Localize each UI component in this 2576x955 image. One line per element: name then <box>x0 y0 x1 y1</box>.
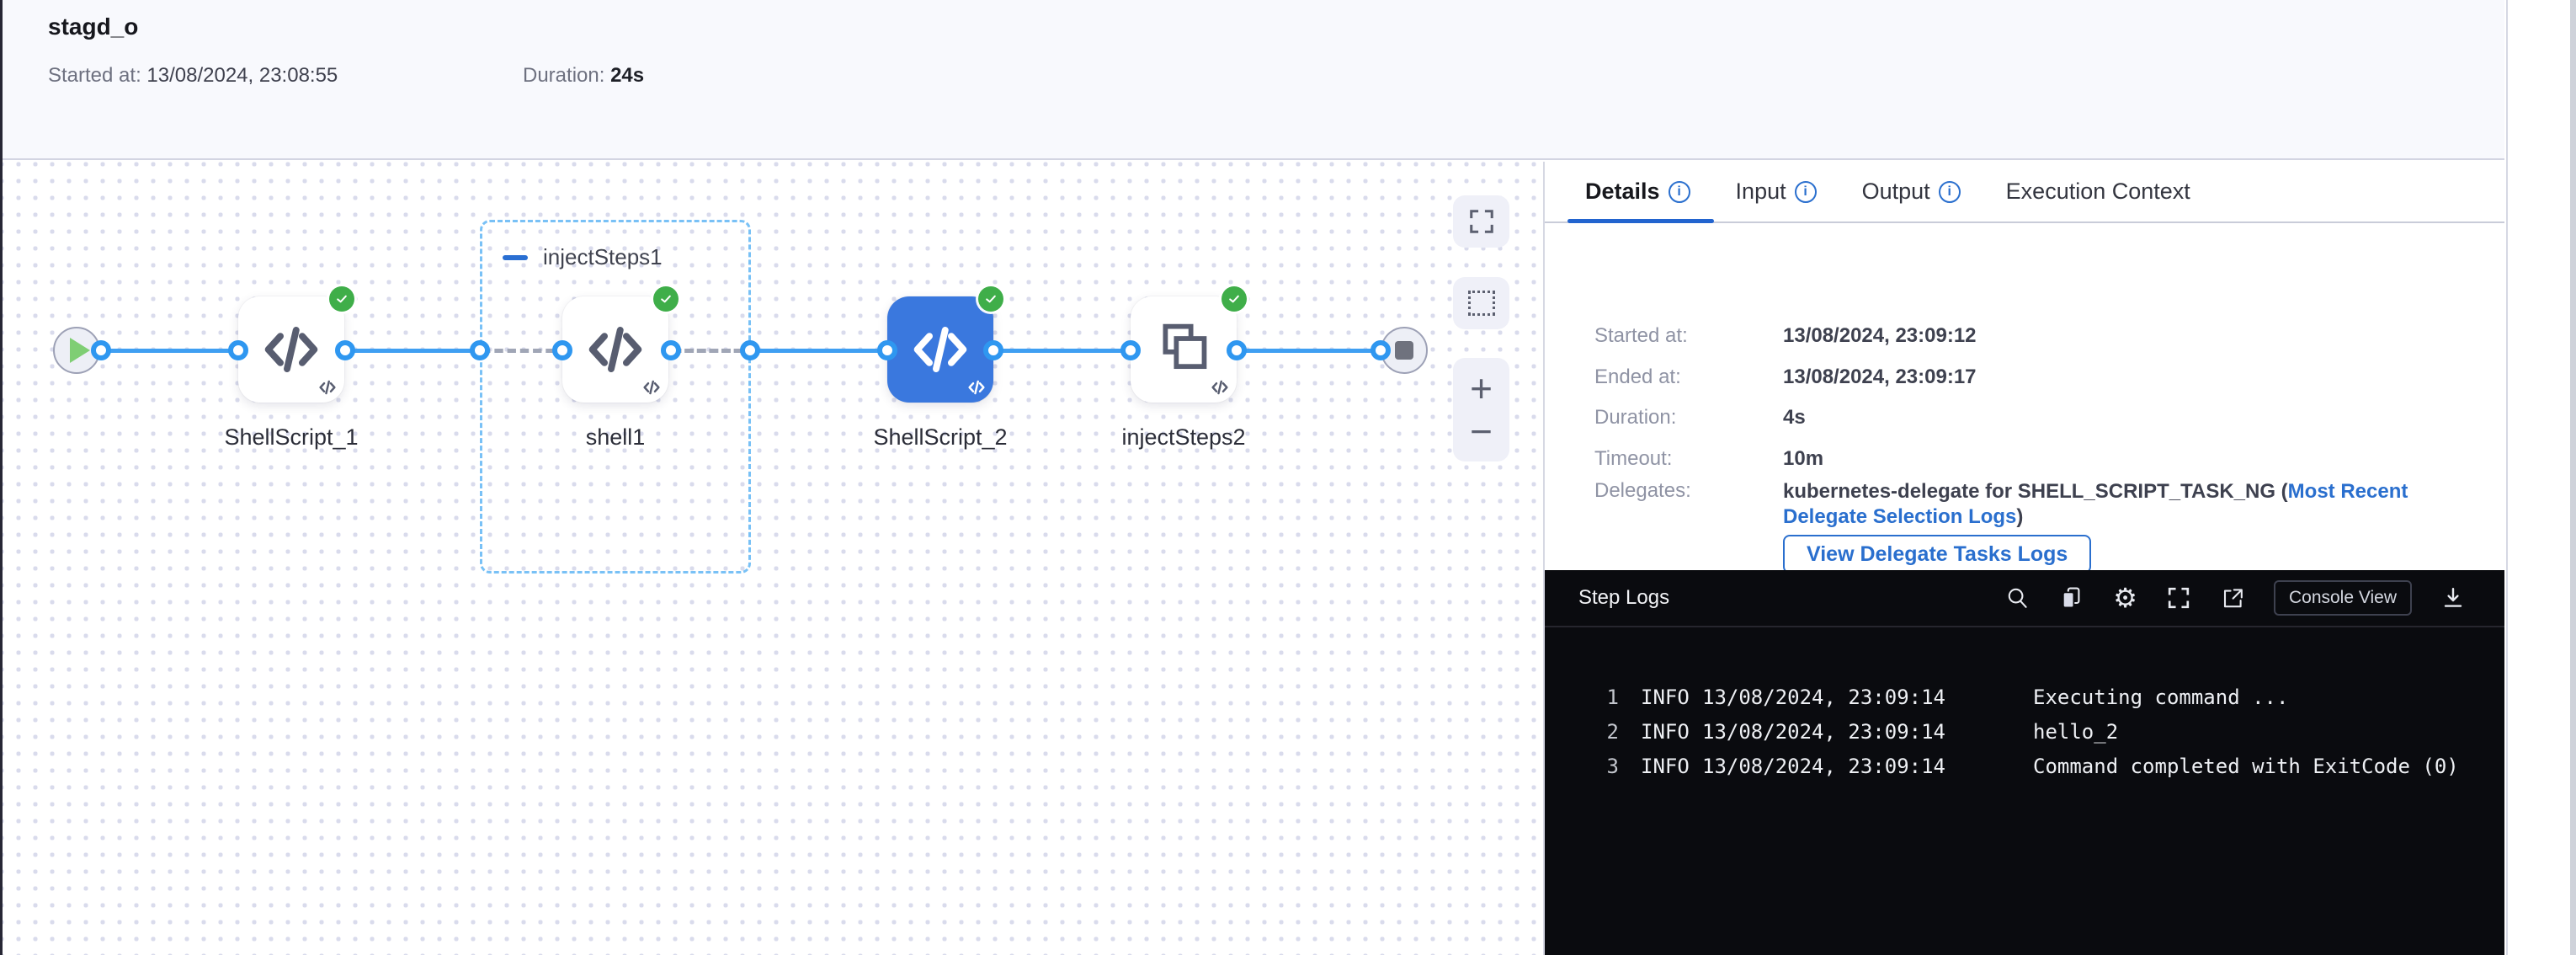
detail-row-ended: Ended at:13/08/2024, 23:09:17 <box>1594 365 1977 389</box>
port[interactable] <box>1227 340 1247 360</box>
node-label-shellscript-2[interactable]: ShellScript_2 <box>814 424 1067 451</box>
step-logs-header: Step Logs ⚙ Console View <box>1545 570 2504 627</box>
code-corner-icon <box>1211 378 1229 397</box>
log-lines[interactable]: 1 INFO 13/08/2024, 23:09:14 Executing co… <box>1545 627 2504 783</box>
check-icon <box>982 290 1000 308</box>
collapsed-right-rail <box>2506 0 2576 955</box>
detail-row-timeout: Timeout:10m <box>1594 447 1823 471</box>
log-line: 2 INFO 13/08/2024, 23:09:14 hello_2 <box>1545 714 2504 749</box>
duration-value: 24s <box>610 64 644 87</box>
check-icon <box>657 290 675 308</box>
check-icon <box>333 290 351 308</box>
detail-row-duration: Duration:4s <box>1594 406 1806 429</box>
canvas-zoom-control[interactable]: + − <box>1453 358 1509 461</box>
port[interactable] <box>91 340 111 360</box>
code-icon <box>261 319 322 380</box>
zoom-out-button[interactable]: − <box>1470 414 1493 448</box>
log-line: 1 INFO 13/08/2024, 23:09:14 Executing co… <box>1545 680 2504 714</box>
collapse-group-icon[interactable] <box>503 255 528 260</box>
success-badge <box>978 286 1003 312</box>
delegate-text-suffix: ) <box>2016 505 2023 528</box>
fullscreen-icon <box>1467 207 1496 236</box>
active-tab-indicator <box>1567 219 1714 223</box>
node-label-injectsteps2[interactable]: injectSteps2 <box>1057 424 1310 451</box>
port[interactable] <box>661 340 681 360</box>
info-icon[interactable]: i <box>1669 181 1690 203</box>
info-icon[interactable]: i <box>1795 181 1817 203</box>
port[interactable] <box>1120 340 1141 360</box>
started-value: 13/08/2024, 23:08:55 <box>146 64 338 87</box>
play-icon <box>70 338 90 363</box>
duration-label: Duration: <box>523 64 604 87</box>
tab-details[interactable]: Details i <box>1585 179 1690 205</box>
search-icon[interactable] <box>2005 585 2030 611</box>
node-label-shell1[interactable]: shell1 <box>489 424 742 451</box>
stage-header: stagd_o Started at: 13/08/2024, 23:08:55… <box>3 0 2504 160</box>
edge-start-to-shellscript1 <box>101 349 238 353</box>
port[interactable] <box>552 340 572 360</box>
zoom-in-button[interactable]: + <box>1470 371 1493 405</box>
code-icon <box>910 319 971 380</box>
step-logs-actions: ⚙ Console View <box>2005 580 2466 616</box>
node-shellscript-1[interactable] <box>238 296 344 403</box>
node-shellscript-2-selected[interactable] <box>887 296 993 403</box>
settings-icon[interactable]: ⚙ <box>2113 585 2137 611</box>
success-badge <box>1221 286 1247 312</box>
code-corner-icon <box>318 378 337 397</box>
port[interactable] <box>983 340 1003 360</box>
canvas-select-button[interactable] <box>1453 277 1509 329</box>
marquee-selection-icon <box>1468 291 1495 316</box>
check-icon <box>1225 290 1243 308</box>
edge-group-to-shellscript2 <box>750 349 887 353</box>
edge-injectsteps2-to-end <box>1237 349 1381 353</box>
stage-started-at: Started at: 13/08/2024, 23:08:55 <box>48 64 338 88</box>
canvas-fit-view-button[interactable] <box>1453 195 1509 248</box>
node-shell1[interactable] <box>562 296 668 403</box>
step-logs-title: Step Logs <box>1578 586 1669 610</box>
port[interactable] <box>470 340 490 360</box>
started-label: Started at: <box>48 64 141 87</box>
port[interactable] <box>877 340 897 360</box>
success-badge <box>329 286 354 312</box>
port[interactable] <box>1370 340 1391 360</box>
tab-output[interactable]: Output i <box>1862 179 1961 205</box>
detail-row-delegates: Delegates:kubernetes-delegate for SHELL_… <box>1594 479 2458 530</box>
window-scrollbar[interactable] <box>2570 0 2576 955</box>
step-group-label: injectSteps1 <box>543 244 663 270</box>
stage-duration: Duration: 24s <box>523 64 644 88</box>
details-tab-bar: Details i Input i Output i Execution Con… <box>1545 162 2504 223</box>
detail-row-started: Started at:13/08/2024, 23:09:12 <box>1594 324 1977 348</box>
step-group-header[interactable]: injectSteps1 <box>503 244 663 270</box>
edge-group-to-shell1 <box>480 349 562 353</box>
edge-shellscript2-to-injectsteps2 <box>993 349 1131 353</box>
success-badge <box>653 286 679 312</box>
console-view-button[interactable]: Console View <box>2274 580 2412 616</box>
port[interactable] <box>228 340 248 360</box>
stop-icon <box>1395 341 1413 360</box>
tab-input[interactable]: Input i <box>1736 179 1817 205</box>
copy-icon[interactable] <box>2059 585 2084 611</box>
info-icon[interactable]: i <box>1939 181 1961 203</box>
delegate-text: kubernetes-delegate for SHELL_SCRIPT_TAS… <box>1783 480 2288 503</box>
code-corner-icon <box>642 378 661 397</box>
port[interactable] <box>335 340 355 360</box>
step-logs-panel: Step Logs ⚙ Console View 1 INFO 13/08/20… <box>1545 570 2504 955</box>
stage-title: stagd_o <box>48 13 138 40</box>
port[interactable] <box>740 340 760 360</box>
step-group-icon <box>1153 319 1214 380</box>
code-icon <box>585 319 646 380</box>
node-injectsteps2[interactable] <box>1131 296 1237 403</box>
edge-shellscript1-to-group <box>345 349 480 353</box>
download-logs-icon[interactable] <box>2440 585 2466 611</box>
step-details-panel: Details i Input i Output i Execution Con… <box>1545 162 2504 955</box>
edge-shell1-to-groupend <box>671 349 750 353</box>
open-in-new-icon[interactable] <box>2220 585 2245 611</box>
pipeline-canvas[interactable]: injectSteps1 ShellScript_1 shell1 ShellS… <box>3 162 1543 955</box>
log-line: 3 INFO 13/08/2024, 23:09:14 Command comp… <box>1545 749 2504 783</box>
code-corner-icon <box>967 378 986 397</box>
view-delegate-tasks-logs-button[interactable]: View Delegate Tasks Logs <box>1783 535 2091 574</box>
tab-execution-context[interactable]: Execution Context <box>2006 179 2190 205</box>
node-label-shellscript-1[interactable]: ShellScript_1 <box>165 424 418 451</box>
expand-logs-icon[interactable] <box>2166 585 2191 611</box>
